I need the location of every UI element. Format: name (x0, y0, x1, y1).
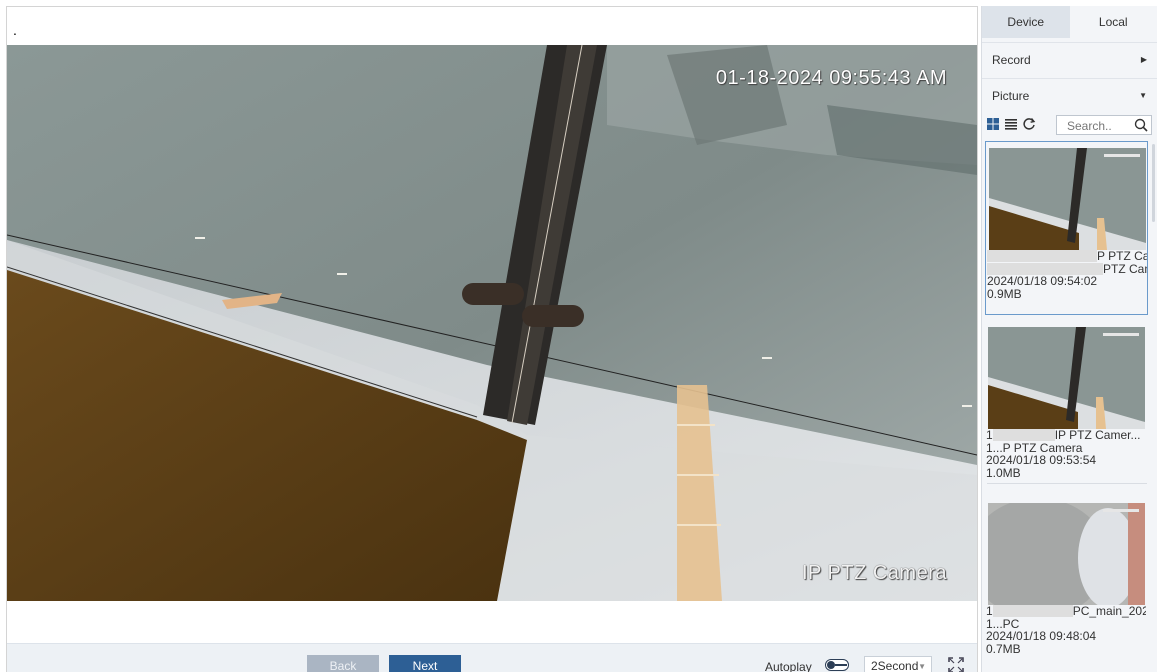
picture-title: P PTZ Camer... (1097, 250, 1147, 263)
source-tabs: Device Local (982, 6, 1157, 38)
picture-list-item[interactable]: 1 IP PTZ Camer... 1...P PTZ Camera 2024/0… (985, 321, 1148, 486)
picture-thumbnail (988, 327, 1145, 429)
picture-size: 0.7MB (986, 642, 1021, 655)
picture-toolbar (982, 114, 1157, 136)
toggle-knob (827, 661, 835, 669)
picture-info: P PTZ Camer... PTZ Camera 2024/01/18 09:… (987, 250, 1147, 300)
picture-list: P PTZ Camer... PTZ Camera 2024/01/18 09:… (985, 141, 1149, 672)
masked-text (987, 262, 1103, 275)
toggle-track-line (835, 664, 847, 666)
picture-info: 1 PC_main_202... 1...PC 2024/01/18 09:48:… (986, 605, 1146, 655)
search-box (1056, 115, 1152, 136)
chevron-right-icon: ▶ (1140, 55, 1147, 64)
picture-title: PC_main_202... (1072, 605, 1146, 618)
autoplay-label: Autoplay (765, 660, 812, 672)
autoplay-interval-select[interactable]: 2Second ▼ (864, 656, 932, 672)
picture-viewer-app: . 01-18-2024 09:55:43 AM IP PTZ Camera B… (0, 0, 1157, 672)
picture-viewer-panel: . 01-18-2024 09:55:43 AM IP PTZ Camera B… (6, 6, 978, 672)
search-icon[interactable] (1134, 118, 1148, 132)
viewer-marker: . (13, 22, 17, 38)
picture-time: 2024/01/18 09:53:54 (986, 454, 1097, 467)
picture-list-item[interactable]: 1 PC_main_202... 1...PC 2024/01/18 09:48:… (985, 499, 1148, 669)
fullscreen-icon[interactable] (948, 657, 964, 672)
sidebar: Device Local Record ▶ Picture ▼ Search..… (981, 6, 1157, 672)
snapshot-scene (7, 45, 977, 601)
masked-text (987, 250, 1097, 262)
picture-source: 1...PC (986, 617, 1020, 630)
picture-source: 1...P PTZ Camera (986, 441, 1083, 454)
picture-thumbnail (988, 503, 1145, 605)
back-button[interactable]: Back (307, 655, 379, 672)
tab-device[interactable]: Device (982, 6, 1070, 38)
picture-section[interactable]: Picture ▼ (982, 78, 1157, 112)
interval-value: 2Second (871, 659, 919, 672)
autoplay-toggle[interactable] (825, 659, 849, 671)
divider (987, 483, 1147, 484)
picture-source: PTZ Camera (1103, 262, 1147, 275)
masked-text (992, 605, 1073, 617)
search-input[interactable] (1057, 116, 1143, 136)
record-label: Record (992, 53, 1031, 67)
chevron-down-icon: ▼ (918, 662, 926, 671)
snapshot-image[interactable]: 01-18-2024 09:55:43 AM IP PTZ Camera (7, 45, 977, 601)
picture-info: 1 IP PTZ Camer... 1...P PTZ Camera 2024/0… (986, 429, 1146, 479)
chevron-down-icon: ▼ (1139, 91, 1147, 100)
picture-thumbnail (989, 148, 1146, 250)
tab-local[interactable]: Local (1069, 6, 1157, 38)
picture-title-prefix: 1 (986, 429, 993, 442)
picture-title: IP PTZ Camer... (1054, 429, 1141, 442)
record-section[interactable]: Record ▶ (982, 42, 1157, 76)
picture-title-prefix: 1 (986, 605, 993, 618)
next-button[interactable]: Next (389, 655, 461, 672)
osd-camera-name: IP PTZ Camera (801, 562, 947, 584)
picture-list-item[interactable]: P PTZ Camer... PTZ Camera 2024/01/18 09:… (985, 141, 1148, 315)
picture-time: 2024/01/18 09:54:02 (987, 275, 1098, 288)
refresh-icon[interactable] (1022, 117, 1036, 131)
picture-size: 1.0MB (986, 466, 1021, 479)
picture-label: Picture (992, 89, 1030, 103)
list-view-icon[interactable] (1004, 117, 1018, 131)
viewer-control-bar: Back Next Autoplay 2Second ▼ (7, 643, 977, 672)
masked-text (992, 429, 1055, 441)
list-scrollbar[interactable] (1152, 144, 1155, 222)
picture-size: 0.9MB (987, 287, 1022, 300)
osd-timestamp: 01-18-2024 09:55:43 AM (715, 67, 947, 89)
grid-view-icon[interactable] (986, 117, 1000, 131)
picture-time: 2024/01/18 09:48:04 (986, 630, 1097, 643)
